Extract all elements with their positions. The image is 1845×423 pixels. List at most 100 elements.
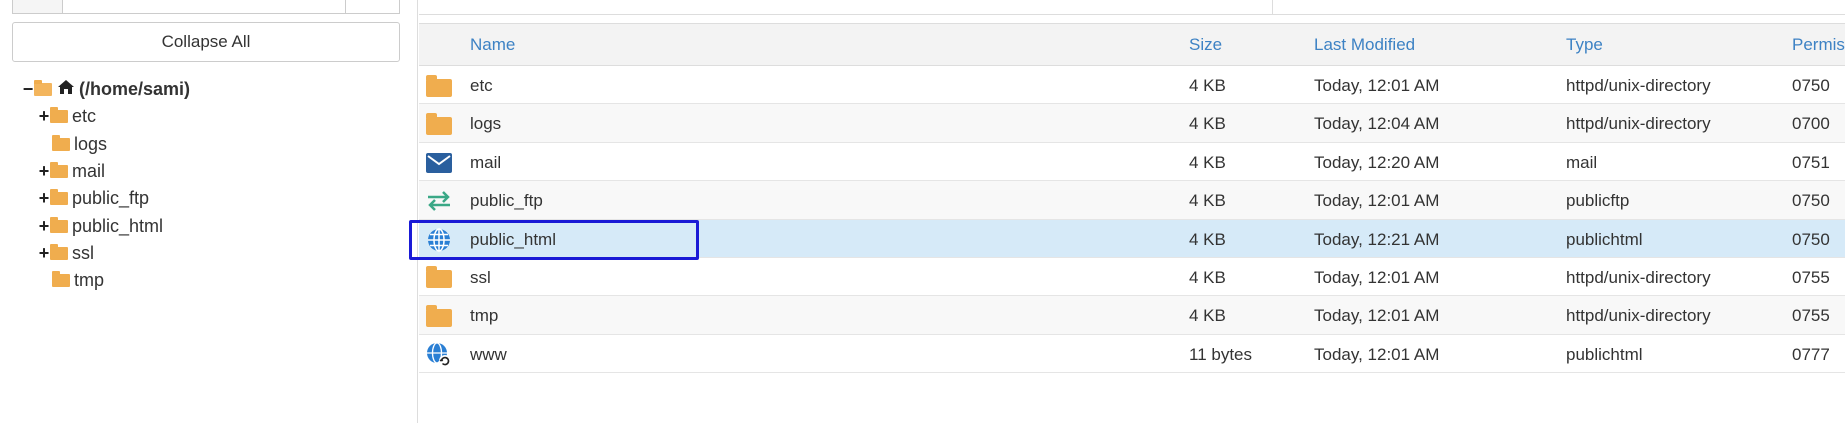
folder-icon	[50, 189, 68, 206]
file-size: 4 KB	[1189, 114, 1226, 134]
tree-item-label[interactable]: public_html	[72, 216, 163, 237]
file-type: httpd/unix-directory	[1566, 114, 1711, 134]
file-name[interactable]: public_ftp	[470, 191, 543, 211]
file-permissions: 0750	[1792, 76, 1830, 95]
file-size: 4 KB	[1189, 191, 1226, 211]
folder-icon	[425, 74, 453, 98]
tree-item-label[interactable]: tmp	[74, 270, 104, 291]
file-name[interactable]: logs	[470, 114, 501, 134]
file-type: publichtml	[1566, 229, 1643, 249]
file-type: httpd/unix-directory	[1566, 306, 1711, 326]
globe-icon	[425, 227, 453, 252]
tree-item-label[interactable]: logs	[74, 134, 107, 155]
file-size: 4 KB	[1189, 229, 1226, 249]
go-button[interactable]	[345, 0, 399, 13]
folder-icon	[50, 216, 68, 233]
file-permissions: 0700	[1792, 114, 1830, 134]
file-type: publicftp	[1566, 191, 1630, 211]
tree-item-label[interactable]: mail	[72, 161, 105, 182]
file-name[interactable]: www	[470, 345, 507, 365]
folder-icon	[425, 304, 453, 328]
home-icon	[56, 79, 76, 100]
file-modified: Today, 12:01 AM	[1314, 191, 1440, 211]
tree-item-etc[interactable]: + etc	[22, 103, 190, 130]
file-size: 11 bytes	[1189, 344, 1253, 364]
file-size: 4 KB	[1189, 76, 1226, 95]
file-permissions: 0755	[1792, 306, 1830, 326]
file-name[interactable]: public_html	[470, 230, 556, 250]
column-header-last-modified[interactable]: Last Modified	[1314, 35, 1415, 55]
collapse-toggle-icon[interactable]: −	[22, 79, 34, 100]
file-permissions: 0777	[1792, 344, 1830, 364]
expand-toggle-icon[interactable]: +	[38, 216, 50, 237]
file-name[interactable]: ssl	[470, 268, 491, 288]
tree-item-label[interactable]: public_ftp	[72, 188, 149, 209]
file-table: Name Size Last Modified Type Permis etc …	[419, 23, 1845, 374]
column-header-type[interactable]: Type	[1566, 35, 1603, 55]
tree-item-ssl[interactable]: + ssl	[22, 240, 190, 267]
tree-item-logs[interactable]: logs	[22, 131, 190, 158]
tree-item-label[interactable]: ssl	[72, 243, 94, 264]
file-size: 4 KB	[1189, 267, 1226, 287]
file-permissions: 0755	[1792, 267, 1830, 287]
column-header-size[interactable]: Size	[1189, 35, 1222, 55]
folder-icon	[425, 266, 453, 290]
table-row[interactable]: www 11 bytes Today, 12:01 AM publichtml …	[419, 335, 1845, 374]
tree-item-public-html[interactable]: + public_html	[22, 212, 190, 239]
file-size: 4 KB	[1189, 152, 1226, 172]
expand-toggle-icon[interactable]: +	[38, 161, 50, 182]
file-modified: Today, 12:01 AM	[1314, 344, 1440, 364]
folder-icon	[52, 271, 70, 288]
table-row[interactable]: ssl 4 KB Today, 12:01 AM httpd/unix-dire…	[419, 258, 1845, 297]
column-header-name[interactable]: Name	[470, 35, 515, 55]
tree-root[interactable]: − (/home/sami)	[22, 76, 190, 103]
table-row[interactable]: etc 4 KB Today, 12:01 AM httpd/unix-dire…	[419, 66, 1845, 105]
mail-icon	[425, 151, 453, 175]
file-name[interactable]: mail	[470, 153, 501, 173]
folder-icon	[50, 107, 68, 124]
tree-item-label[interactable]: etc	[72, 106, 96, 127]
file-modified: Today, 12:01 AM	[1314, 76, 1440, 95]
file-permissions: 0750	[1792, 191, 1830, 211]
path-input[interactable]	[63, 0, 345, 13]
file-size: 4 KB	[1189, 306, 1226, 326]
table-row[interactable]: public_ftp 4 KB Today, 12:01 AM publicft…	[419, 181, 1845, 220]
folder-icon	[425, 112, 453, 136]
table-row[interactable]: mail 4 KB Today, 12:20 AM mail 0751	[419, 143, 1845, 182]
file-type: publichtml	[1566, 344, 1643, 364]
file-modified: Today, 12:01 AM	[1314, 306, 1440, 326]
tree-item-tmp[interactable]: tmp	[22, 267, 190, 294]
expand-toggle-icon[interactable]: +	[38, 243, 50, 264]
file-modified: Today, 12:21 AM	[1314, 229, 1440, 249]
collapse-all-button[interactable]: Collapse All	[12, 22, 400, 62]
file-permissions: 0751	[1792, 152, 1830, 172]
transfer-arrows-icon	[425, 189, 453, 213]
directory-tree-panel: Collapse All − (/home/sami) + etc logs +…	[0, 0, 418, 423]
directory-tree: − (/home/sami) + etc logs + mail + publi…	[22, 76, 190, 294]
file-modified: Today, 12:04 AM	[1314, 114, 1440, 134]
tree-item-mail[interactable]: + mail	[22, 158, 190, 185]
toolbar-divider	[1272, 0, 1273, 15]
file-type: mail	[1566, 152, 1598, 172]
expand-toggle-icon[interactable]: +	[38, 188, 50, 209]
tree-root-label[interactable]: (/home/sami)	[79, 79, 190, 100]
file-modified: Today, 12:20 AM	[1314, 152, 1440, 172]
folder-icon	[52, 134, 70, 151]
table-row[interactable]: logs 4 KB Today, 12:04 AM httpd/unix-dir…	[419, 104, 1845, 143]
table-header: Name Size Last Modified Type Permis	[419, 23, 1845, 66]
globe-link-icon	[425, 342, 453, 367]
file-name[interactable]: tmp	[470, 306, 498, 326]
expand-toggle-icon[interactable]: +	[38, 106, 50, 127]
file-type: httpd/unix-directory	[1566, 267, 1711, 287]
table-row-selected[interactable]: public_html 4 KB Today, 12:21 AM publich…	[419, 219, 1845, 258]
table-row[interactable]: tmp 4 KB Today, 12:01 AM httpd/unix-dire…	[419, 296, 1845, 335]
home-path-button[interactable]	[13, 0, 63, 13]
column-header-permissions[interactable]: Permis	[1792, 35, 1845, 55]
folder-icon	[50, 162, 68, 179]
tree-item-public-ftp[interactable]: + public_ftp	[22, 185, 190, 212]
folder-icon	[50, 243, 68, 260]
path-input-row	[12, 0, 400, 14]
file-name[interactable]: etc	[470, 76, 493, 96]
toolbar	[419, 0, 1845, 15]
open-folder-icon	[34, 80, 52, 97]
